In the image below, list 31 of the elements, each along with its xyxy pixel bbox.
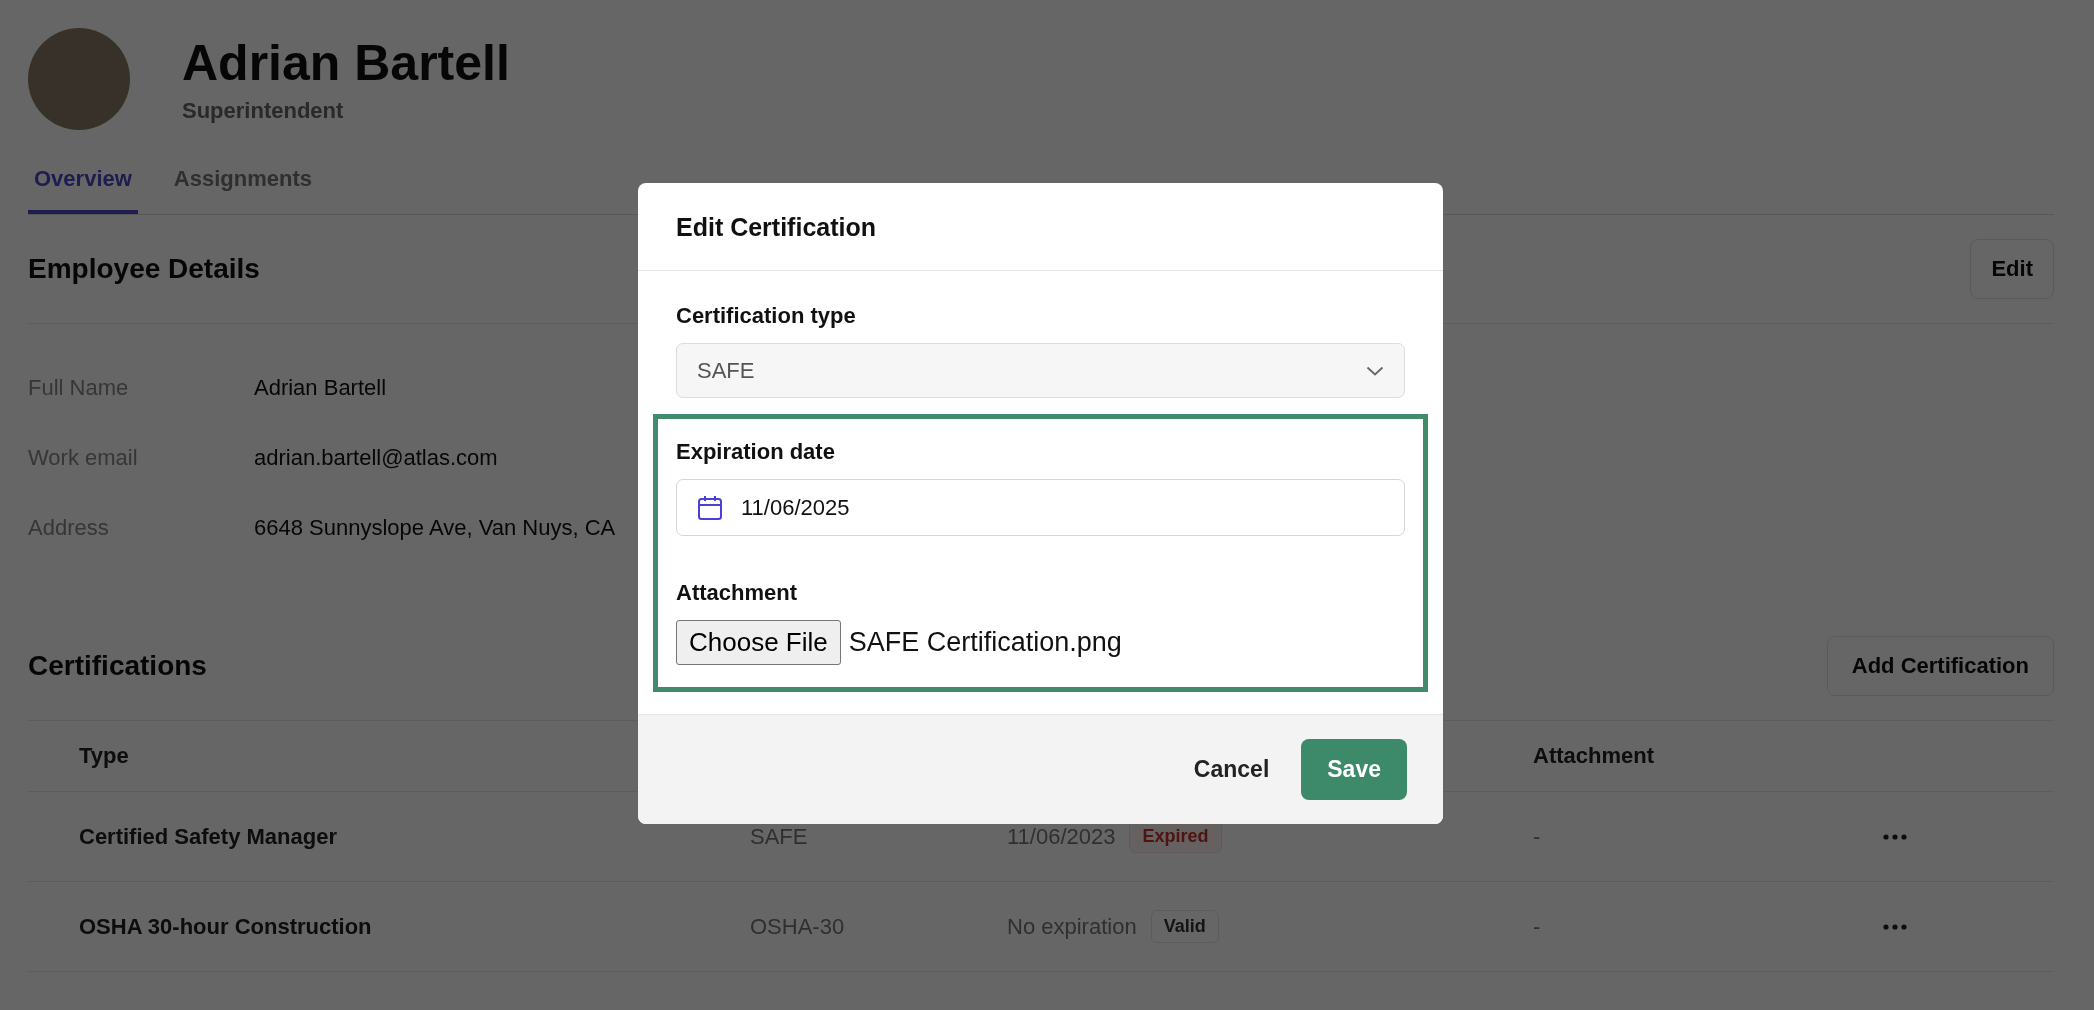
add-certification-button[interactable]: Add Certification (1826, 636, 2054, 696)
field-label: Attachment (676, 580, 798, 606)
chevron-down-icon (1366, 365, 1384, 376)
cancel-button[interactable]: Cancel (1193, 746, 1270, 793)
dialog-title: Edit Certification (676, 213, 876, 241)
table-cell-text: OSHA 30-hour Construction (79, 913, 373, 940)
column-header: Attachment (1533, 743, 1655, 769)
section-title: Employee Details (28, 253, 260, 285)
table-cell-text: - (1533, 913, 1542, 940)
more-options-icon[interactable] (1883, 833, 1907, 840)
employee-name: Adrian Bartell (182, 34, 510, 92)
section-title: Certifications (28, 650, 207, 682)
certification-type-dropdown[interactable]: SAFE (676, 343, 1405, 398)
field-value: Adrian Bartell (254, 375, 387, 401)
file-name: SAFE Certification.png (848, 627, 1122, 658)
table-cell-text: Certified Safety Manager (79, 823, 338, 850)
table-cell-text: - (1533, 823, 1542, 850)
status-badge: Valid (1150, 910, 1219, 943)
date-field[interactable]: 11/06/2025 (676, 479, 1405, 536)
save-button[interactable]: Save (1301, 739, 1407, 800)
calendar-icon (697, 494, 723, 521)
field-value: 6648 Sunnyslope Ave, Van Nuys, CA (254, 515, 616, 541)
choose-file-button[interactable]: Choose File (676, 620, 841, 665)
field-label: Certification type (676, 303, 857, 329)
more-options-icon[interactable] (1883, 923, 1907, 930)
field-value: adrian.bartell@atlas.com (254, 445, 498, 471)
employee-role: Superintendent (182, 98, 345, 124)
tab[interactable]: Overview (28, 152, 138, 214)
column-header: Type (79, 743, 130, 769)
field-label: Expiration date (676, 439, 836, 465)
edit-button[interactable]: Edit (1970, 239, 2054, 299)
